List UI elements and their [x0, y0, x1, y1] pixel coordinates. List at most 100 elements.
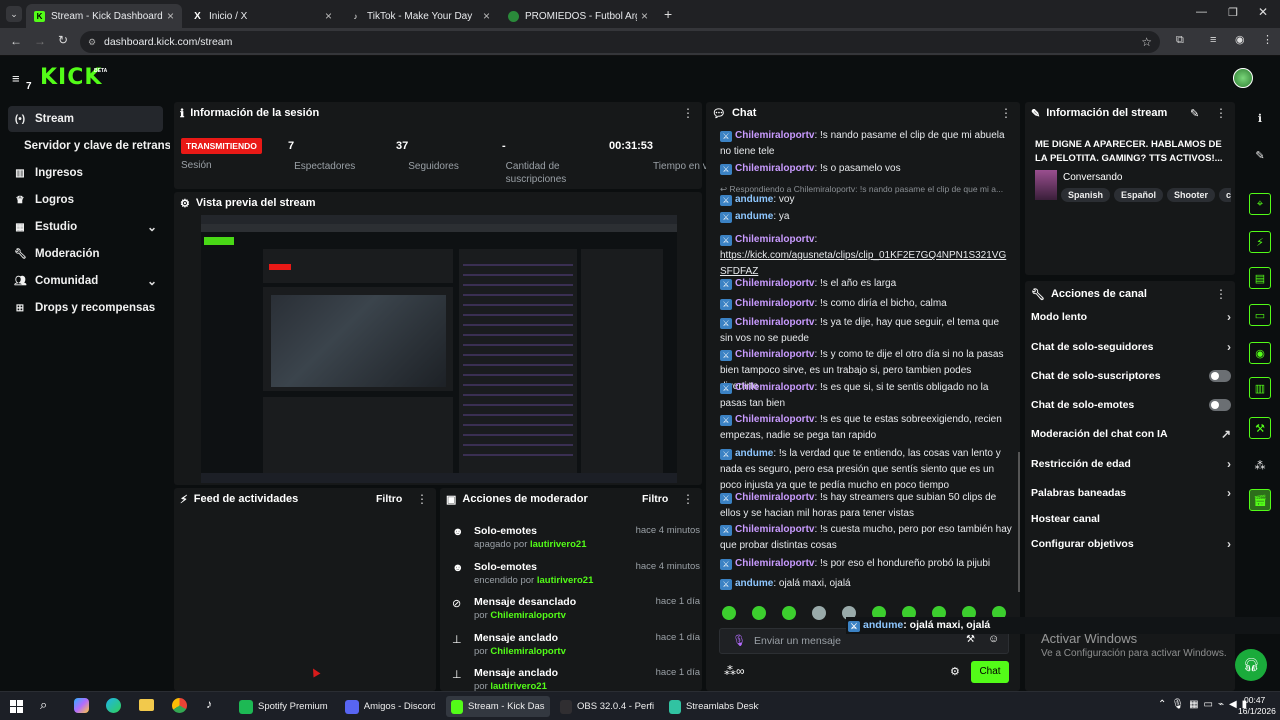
chat-username[interactable]: andume [735, 578, 773, 589]
tiktok-icon[interactable]: ♪ [206, 697, 212, 711]
close-icon[interactable]: × [167, 9, 174, 23]
drops-icon[interactable]: ⁂ [1249, 454, 1271, 476]
chat-username[interactable]: Chilemiraloportv [735, 317, 814, 328]
mod-action-user[interactable]: lautirivero21 [537, 575, 594, 586]
pencil-icon[interactable]: ✎ [1249, 144, 1271, 166]
sidebar-item-moderacion[interactable]: 🔧︎ Moderación [8, 241, 163, 267]
chrome-icon[interactable] [172, 698, 187, 713]
restore-icon[interactable]: ❐ [1228, 6, 1238, 19]
settings-icon[interactable]: ⚙ [950, 665, 960, 678]
chat-username[interactable]: Chilemiraloportv [735, 234, 814, 245]
chat-username[interactable]: Chilemiraloportv [735, 558, 814, 569]
mod-action-user[interactable]: Chilemiraloportv [490, 646, 566, 657]
emote-icon[interactable] [782, 606, 796, 620]
chat-username[interactable]: andume [735, 211, 773, 222]
channel-action-row[interactable]: Configurar objetivos › [1031, 534, 1231, 554]
capture-icon[interactable]: ⌖ [1249, 193, 1271, 215]
info-icon[interactable]: ℹ [1249, 107, 1271, 129]
profile-icon[interactable]: ◉ [1235, 33, 1245, 46]
close-icon[interactable]: × [483, 9, 490, 23]
tag[interactable]: Spanish [1061, 188, 1111, 202]
close-window-icon[interactable]: ✕ [1258, 5, 1268, 19]
emoji-icon[interactable]: ☺ [988, 633, 999, 645]
reload-icon[interactable]: ↻ [58, 33, 68, 47]
taskbar-app[interactable]: Stream - Kick Dash... [446, 696, 550, 717]
support-chat-button[interactable]: 🎧︎ [1235, 649, 1267, 681]
sidebar-item-estudio[interactable]: ▦ Estudio ⌄ [8, 214, 163, 240]
microphone-icon[interactable]: 🎙︎ [732, 634, 746, 647]
search-icon[interactable]: ⌕ [40, 697, 47, 713]
sidebar-item-server-key[interactable]: Servidor y clave de retransm [8, 133, 170, 159]
channel-action-row[interactable]: Hostear canal [1031, 509, 1231, 529]
new-tab-button[interactable]: + [664, 6, 672, 22]
more-options-icon[interactable]: ⋮ [1215, 287, 1227, 301]
user-avatar[interactable] [1233, 68, 1253, 88]
windows-start-icon[interactable] [10, 700, 23, 713]
tag[interactable]: chill [1219, 188, 1231, 202]
hamburger-menu-icon[interactable]: ≡ [12, 71, 20, 86]
send-chat-button[interactable]: Chat [971, 661, 1009, 683]
channel-action-row[interactable]: Palabras baneadas › [1031, 483, 1231, 503]
wrench-icon[interactable]: ⚒ [1249, 417, 1271, 439]
toggle-switch[interactable] [1209, 399, 1231, 411]
bookmark-star-icon[interactable]: ☆ [1141, 31, 1152, 53]
toggle-switch[interactable] [1209, 370, 1231, 382]
sidebar-item-drops[interactable]: ⊞ Drops y recompensas [8, 295, 163, 321]
emote-icon[interactable] [722, 606, 736, 620]
chat-username[interactable]: andume [735, 194, 773, 205]
mod-action-user[interactable]: lautirivero21 [490, 681, 547, 691]
taskbar-app[interactable]: Amigos - Discord [340, 696, 440, 717]
tab-search-button[interactable]: ⌄ [6, 6, 22, 22]
menu-icon[interactable]: ⋮ [1262, 33, 1273, 46]
back-icon[interactable]: ← [10, 34, 22, 48]
channel-action-row[interactable]: Chat de solo-seguidores › [1031, 337, 1231, 357]
chat-username[interactable]: Chilemiraloportv [735, 349, 814, 360]
tab-promiedos[interactable]: PROMIEDOS - Futbol Argentino × [500, 4, 656, 28]
media-icon[interactable]: ≡ [1210, 34, 1216, 46]
stream-preview-video[interactable] [201, 215, 677, 483]
mod-action-user[interactable]: Chilemiraloportv [490, 610, 566, 621]
emote-icon[interactable] [812, 606, 826, 620]
chat-icon[interactable]: ▭ [1249, 304, 1271, 326]
more-options-icon[interactable]: ⋮ [682, 106, 694, 120]
clapperboard-icon[interactable]: 🎬︎ [1249, 489, 1271, 511]
channel-action-row[interactable]: Chat de solo-suscriptores [1031, 366, 1231, 386]
edit-icon[interactable]: ✎ [1190, 107, 1199, 120]
channel-action-row[interactable]: Chat de solo-emotes [1031, 395, 1231, 415]
tab-x-home[interactable]: X Inicio / X × [184, 4, 340, 28]
close-icon[interactable]: × [641, 9, 648, 23]
channel-action-row[interactable]: Moderación del chat con IA ↗ [1031, 424, 1231, 444]
chat-username[interactable]: Chilemiraloportv [735, 130, 814, 141]
site-info-icon[interactable]: ⚙ [88, 31, 96, 53]
close-icon[interactable]: × [325, 9, 332, 23]
copilot-icon[interactable] [74, 698, 89, 713]
chat-link[interactable]: https://kick.com/agusneta/clips/clip_01K… [720, 250, 1006, 277]
channel-action-row[interactable]: Modo lento › [1031, 307, 1231, 327]
more-options-icon[interactable]: ⋮ [1215, 106, 1227, 120]
sidebar-item-logros[interactable]: ♛ Logros [8, 187, 163, 213]
forward-icon[interactable]: → [34, 34, 46, 48]
channel-action-row[interactable]: Restricción de edad › [1031, 454, 1231, 474]
chat-username[interactable]: andume [735, 448, 773, 459]
chat-username[interactable]: Chilemiraloportv [735, 278, 814, 289]
mod-action-user[interactable]: lautirivero21 [530, 539, 587, 550]
taskbar-app[interactable]: Spotify Premium [234, 696, 334, 717]
chat-username[interactable]: Chilemiraloportv [735, 414, 814, 425]
sidebar-item-comunidad[interactable]: 👥︎ Comunidad ⌄ [8, 268, 163, 294]
more-options-icon[interactable]: ⋮ [1000, 106, 1012, 120]
category-name[interactable]: Conversando [1063, 172, 1122, 183]
tab-kick-dashboard[interactable]: K Stream - Kick Dashboard × [26, 4, 182, 28]
chat-username[interactable]: Chilemiraloportv [735, 163, 814, 174]
chat-username[interactable]: Chilemiraloportv [735, 382, 814, 393]
taskbar-app[interactable]: Streamlabs Desktop [664, 696, 764, 717]
lightning-icon[interactable]: ⚡︎ [1249, 231, 1271, 253]
chat-username[interactable]: Chilemiraloportv [735, 492, 814, 503]
more-options-icon[interactable]: ⋮ [682, 492, 694, 506]
tag[interactable]: Español [1114, 188, 1164, 202]
url-field[interactable]: ⚙ dashboard.kick.com/stream ☆ [80, 31, 1160, 53]
broadcast-icon[interactable]: ◉ [1249, 342, 1271, 364]
tag[interactable]: Shooter [1167, 188, 1216, 202]
emote-icon[interactable] [752, 606, 766, 620]
clipboard-icon[interactable]: ▤ [1249, 267, 1271, 289]
edge-icon[interactable] [106, 698, 121, 713]
